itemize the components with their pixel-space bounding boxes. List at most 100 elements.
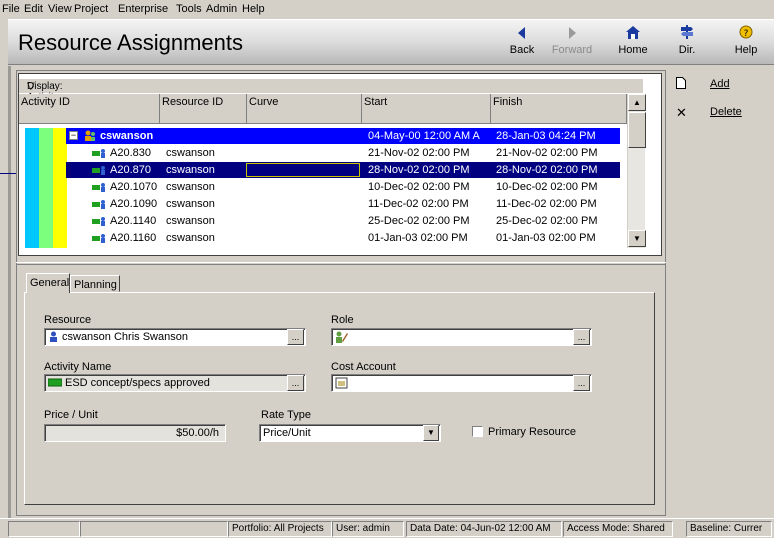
cell-curve-editor[interactable]	[246, 163, 360, 177]
left-edge-bar	[8, 66, 11, 518]
price-unit-value: $50.00/h	[176, 427, 219, 439]
home-icon	[616, 22, 650, 44]
role-field[interactable]: ...	[331, 328, 592, 346]
help-button[interactable]: ? Help	[728, 22, 764, 62]
status-stripe-yellow	[53, 128, 67, 248]
scroll-thumb[interactable]	[628, 112, 646, 148]
activity-browse-button[interactable]: ...	[287, 375, 304, 391]
menu-tools[interactable]: Tools	[176, 3, 202, 15]
primary-resource-label: Primary Resource	[488, 426, 577, 438]
activity-name-label: Activity Name	[44, 361, 112, 373]
status-cell-blank	[80, 521, 228, 537]
group-row-cswanson[interactable]: cswanson 04-May-00 12:00 AM A 28-Jan-03 …	[66, 128, 620, 144]
cell-start: 28-Nov-02 02:00 PM	[368, 164, 470, 176]
cost-account-icon	[335, 377, 348, 392]
scroll-up-icon[interactable]: ▲	[628, 94, 646, 111]
menu-project[interactable]: Project	[74, 3, 108, 15]
cell-activity-id: A20.1070	[110, 181, 158, 193]
new-document-icon	[676, 77, 686, 92]
dropdown-arrow-icon[interactable]: ▼	[423, 425, 439, 441]
grid-display-caption[interactable]: ▽ Display: Activity Resource Assignments	[19, 79, 643, 125]
cell-activity-id: A20.1090	[110, 198, 158, 210]
resource-label: Resource	[44, 314, 92, 326]
cell-finish: 01-Jan-03 02:00 PM	[496, 232, 596, 244]
back-button[interactable]: Back	[502, 22, 542, 62]
menu-file[interactable]: File	[2, 3, 20, 15]
status-stripe-blue	[25, 128, 39, 248]
rate-type-select[interactable]: Price/Unit ▼	[259, 424, 441, 442]
column-header-finish[interactable]: Finish	[491, 94, 627, 124]
role-icon	[335, 331, 348, 346]
table-row-selected[interactable]: A20.870 cswanson 28-Nov-02 02:00 PM 28-N…	[66, 162, 620, 178]
rate-type-label: Rate Type	[261, 409, 311, 421]
table-row[interactable]: A20.1090 cswanson 11-Dec-02 02:00 PM 11-…	[66, 196, 620, 212]
cell-resource-id: cswanson	[166, 181, 215, 193]
cell-start: 25-Dec-02 02:00 PM	[368, 215, 470, 227]
back-label: Back	[509, 44, 535, 56]
column-header-curve[interactable]: Curve	[247, 94, 362, 124]
back-arrow-icon	[502, 22, 542, 44]
activity-name-value: ESD concept/specs approved	[65, 377, 210, 389]
column-header-activity-id[interactable]: Activity ID	[19, 94, 160, 124]
cell-activity-id: A20.830	[110, 147, 151, 159]
status-data-date: Data Date: 04-Jun-02 12:00 AM	[406, 521, 562, 537]
cell-finish: 10-Dec-02 02:00 PM	[496, 181, 598, 193]
forward-arrow-icon	[548, 22, 596, 44]
add-button[interactable]: Add	[670, 74, 770, 96]
resource-value: cswanson Chris Swanson	[62, 331, 188, 343]
home-label: Home	[618, 44, 648, 56]
menu-help[interactable]: Help	[242, 3, 265, 15]
add-label: Add	[710, 78, 730, 90]
cell-finish: 25-Dec-02 02:00 PM	[496, 215, 598, 227]
tab-planning[interactable]: Planning	[70, 275, 120, 292]
cost-account-field[interactable]: ...	[331, 374, 592, 392]
column-header-start[interactable]: Start	[362, 94, 491, 124]
menu-view[interactable]: View	[48, 3, 72, 15]
signpost-icon	[672, 22, 702, 44]
status-bar: Portfolio: All Projects User: admin Data…	[0, 518, 774, 538]
table-row[interactable]: A20.1160 cswanson 01-Jan-03 02:00 PM 01-…	[66, 230, 620, 246]
pane-splitter[interactable]	[16, 262, 666, 265]
menu-enterprise[interactable]: Enterprise	[118, 3, 168, 15]
scroll-down-icon[interactable]: ▼	[628, 230, 646, 247]
menu-admin[interactable]: Admin	[206, 3, 237, 15]
forward-button[interactable]: Forward	[548, 22, 596, 62]
cell-resource-id: cswanson	[166, 198, 215, 210]
cell-start: 01-Jan-03 02:00 PM	[368, 232, 468, 244]
role-browse-button[interactable]: ...	[573, 329, 590, 345]
delete-label: Delete	[710, 106, 742, 118]
menu-edit[interactable]: Edit	[24, 3, 43, 15]
table-row[interactable]: A20.1140 cswanson 25-Dec-02 02:00 PM 25-…	[66, 213, 620, 229]
svg-text:?: ?	[744, 29, 749, 39]
activity-resource-icon	[92, 148, 106, 158]
table-row[interactable]: A20.1070 cswanson 10-Dec-02 02:00 PM 10-…	[66, 179, 620, 195]
home-button[interactable]: Home	[616, 22, 650, 62]
cost-account-browse-button[interactable]: ...	[573, 375, 590, 391]
help-label: Help	[734, 44, 758, 56]
activity-name-field[interactable]: ESD concept/specs approved ...	[44, 374, 306, 392]
status-cell-empty	[8, 521, 80, 537]
cell-start: 10-Dec-02 02:00 PM	[368, 181, 470, 193]
primary-resource-checkbox[interactable]	[472, 426, 483, 437]
price-unit-field[interactable]: $50.00/h	[44, 424, 226, 442]
resource-browse-button[interactable]: ...	[287, 329, 304, 345]
cell-resource-id: cswanson	[166, 232, 215, 244]
directory-button[interactable]: Dir.	[672, 22, 702, 62]
collapse-group-icon[interactable]: −	[69, 131, 78, 140]
price-unit-label: Price / Unit	[44, 409, 98, 421]
rate-type-value: Price/Unit	[263, 427, 311, 439]
group-name: cswanson	[100, 130, 154, 142]
help-icon: ?	[728, 22, 764, 44]
column-header-resource-id[interactable]: Resource ID	[160, 94, 247, 124]
resource-field[interactable]: cswanson Chris Swanson ...	[44, 328, 306, 346]
cell-finish: 11-Dec-02 02:00 PM	[496, 198, 597, 210]
delete-button[interactable]: ✕ Delete	[670, 102, 770, 124]
table-row[interactable]: A20.830 cswanson 21-Nov-02 02:00 PM 21-N…	[66, 145, 620, 161]
role-label: Role	[331, 314, 354, 326]
activity-resource-icon	[92, 199, 106, 209]
cost-account-label: Cost Account	[331, 361, 396, 373]
grid-vertical-scrollbar[interactable]: ▲ ▼	[627, 94, 646, 248]
activity-resource-icon	[92, 165, 106, 175]
tab-general[interactable]: General	[26, 273, 70, 293]
cell-start: 21-Nov-02 02:00 PM	[368, 147, 470, 159]
